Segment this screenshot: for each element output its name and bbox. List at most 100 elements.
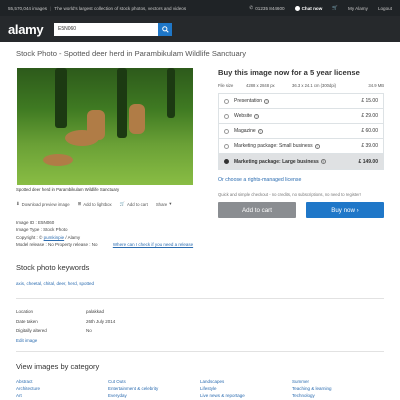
- photo-actions: ⬇ Download preview image ⊞ Add to lightb…: [16, 201, 196, 207]
- license-option-small-business[interactable]: Marketing package: Small business? £ 39.…: [219, 139, 383, 154]
- license-option-magazine[interactable]: Magazine? £ 60.00: [219, 124, 383, 139]
- chat-icon: [294, 5, 300, 11]
- site-header: alamy: [0, 16, 400, 42]
- phone-link[interactable]: ✆ 01235 844600: [249, 5, 284, 11]
- add-to-lightbox-button[interactable]: ⊞ Add to lightbox: [78, 201, 112, 207]
- license-option-website[interactable]: Website? £ 29.00: [219, 109, 383, 124]
- help-icon[interactable]: ?: [320, 159, 326, 164]
- pixel-size: 4288 x 2848 px: [246, 83, 275, 88]
- option-label: Marketing package: Large business: [234, 158, 319, 165]
- download-icon: ⬇: [16, 201, 20, 206]
- copyright: Copyright : © pumkinpie / Alamy: [16, 234, 81, 240]
- buy-now-button[interactable]: Buy now ›: [306, 202, 384, 218]
- license-option-large-business[interactable]: Marketing package: Large business? £ 149…: [219, 154, 383, 169]
- search-input[interactable]: [54, 22, 158, 36]
- image-id: Image ID : E5N060: [16, 220, 55, 225]
- checkout-note: Quick and simple checkout - no credits, …: [218, 192, 361, 197]
- help-icon[interactable]: ?: [314, 143, 320, 149]
- cart-label: Add to cart: [127, 201, 148, 207]
- license-options: Presentation? £ 15.00 Website? £ 29.00 M…: [218, 93, 384, 170]
- cart-icon[interactable]: 🛒: [332, 5, 338, 11]
- category-link[interactable]: Summer: [292, 379, 384, 386]
- edit-image-link[interactable]: Edit image: [16, 336, 384, 346]
- lightbox-label: Add to lightbox: [83, 201, 112, 207]
- radio-icon[interactable]: [224, 128, 229, 134]
- divider: [16, 351, 384, 353]
- category-link[interactable]: Lifestyle: [200, 386, 292, 393]
- add-to-cart-button[interactable]: Add to cart: [218, 202, 296, 218]
- detail-row-date: Date taken 26th July 2014: [16, 317, 384, 327]
- page-title: Stock Photo - Spotted deer herd in Param…: [16, 49, 247, 58]
- share-button[interactable]: Share ▾: [156, 201, 172, 207]
- share-label: Share: [155, 201, 168, 207]
- cart-small-icon: 🛒: [119, 201, 126, 206]
- file-size-label: File size: [218, 83, 234, 88]
- phone-icon: ✆: [249, 5, 254, 10]
- license-title: Buy this image now for a 5 year license: [218, 68, 360, 77]
- category-link[interactable]: Teaching & learning: [292, 386, 384, 393]
- option-label: Presentation: [234, 98, 263, 104]
- search-bar: [54, 22, 172, 36]
- phone-number: 01235 844600: [255, 5, 285, 11]
- chevron-down-icon: ▾: [169, 201, 172, 206]
- copyright-icon: ©: [39, 234, 43, 240]
- option-price: £ 39.00: [361, 143, 378, 149]
- top-bar: 55,570,044 images | The world's largest …: [0, 0, 400, 16]
- categories-title: View images by category: [16, 362, 100, 372]
- contributor-link[interactable]: pumkinpie: [44, 235, 65, 240]
- file-size-row: File size 4288 x 2848 px 36.3 x 24.1 cm …: [218, 83, 384, 88]
- category-link[interactable]: Everyday: [108, 393, 200, 400]
- logout-link[interactable]: Logout: [378, 6, 392, 11]
- category-link[interactable]: Live news & reportage: [200, 393, 292, 400]
- option-label: Marketing package: Small business: [234, 143, 313, 149]
- category-link[interactable]: Cut Outs: [108, 379, 200, 386]
- image-count: 55,570,044 images: [8, 5, 48, 11]
- detail-value: No: [86, 328, 92, 334]
- download-preview-button[interactable]: ⬇ Download preview image: [16, 201, 70, 207]
- search-button[interactable]: [158, 22, 172, 36]
- help-icon[interactable]: ?: [257, 128, 263, 134]
- detail-row-location: Location palakkad: [16, 307, 384, 317]
- help-icon[interactable]: ?: [253, 113, 259, 119]
- option-price: £ 149.00: [358, 158, 378, 165]
- category-link[interactable]: Architecture: [16, 386, 108, 393]
- category-link[interactable]: Entertainment & celebrity: [108, 386, 200, 393]
- option-price: £ 15.00: [361, 98, 378, 104]
- image-details: Location palakkad Date taken 26th July 2…: [16, 307, 384, 345]
- detail-label: Digitally altered: [16, 328, 47, 334]
- keyword-list[interactable]: axis, cheetal, chital, deer, herd, spott…: [16, 281, 384, 286]
- detail-row-altered: Digitally altered No: [16, 326, 384, 336]
- category-link[interactable]: Art: [16, 393, 108, 400]
- releases: Model release : No Property release : No…: [16, 241, 196, 248]
- file-mb: 34.9 MB: [368, 83, 384, 88]
- release-help-link[interactable]: Where can I check if you need a release: [113, 242, 193, 247]
- license-option-presentation[interactable]: Presentation? £ 15.00: [219, 94, 383, 109]
- image-type: Image Type : Stock Photo: [16, 227, 68, 233]
- category-link[interactable]: Abstract: [16, 379, 108, 386]
- print-size: 36.3 x 24.1 cm (300dpi): [292, 83, 336, 88]
- option-price: £ 29.00: [361, 113, 378, 119]
- radio-icon[interactable]: [224, 113, 229, 119]
- rights-managed-link[interactable]: Or choose a rights-managed license: [218, 177, 384, 183]
- radio-icon[interactable]: [224, 159, 229, 164]
- category-link[interactable]: Technology: [292, 393, 384, 400]
- radio-icon[interactable]: [224, 98, 229, 104]
- release-status: Model release : No Property release : No: [16, 241, 98, 247]
- detail-value: 26th July 2014: [86, 318, 116, 324]
- detail-value: palakkad: [86, 309, 105, 315]
- radio-icon[interactable]: [224, 143, 229, 149]
- lightbox-icon: ⊞: [77, 201, 82, 206]
- category-link[interactable]: Landscapes: [200, 379, 292, 386]
- stock-photo[interactable]: [17, 68, 193, 185]
- chat-label: Chat now: [301, 5, 323, 11]
- detail-label: Location: [16, 309, 34, 315]
- option-label: Website: [234, 113, 252, 119]
- help-icon[interactable]: ?: [264, 98, 270, 104]
- alamy-logo[interactable]: alamy: [8, 22, 54, 37]
- my-alamy-link[interactable]: My Alamy: [348, 6, 368, 11]
- separator: |: [50, 5, 52, 11]
- chat-now-button[interactable]: Chat now: [294, 5, 323, 11]
- photo-caption: Spotted deer herd in Parambikulam Wildli…: [16, 187, 120, 192]
- detail-label: Date taken: [16, 318, 38, 324]
- add-to-cart-link[interactable]: 🛒 Add to cart: [120, 201, 148, 207]
